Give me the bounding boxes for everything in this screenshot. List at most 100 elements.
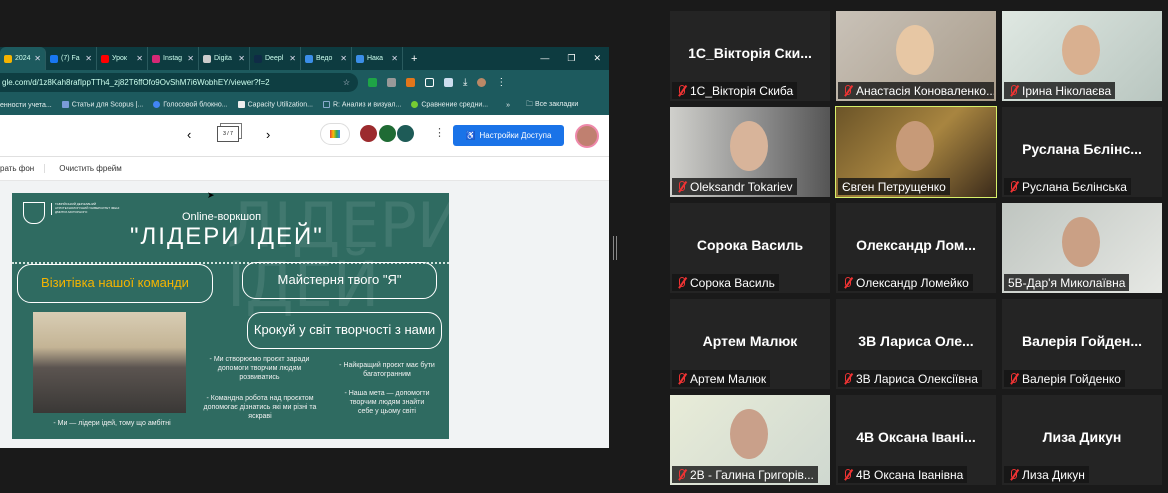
participant-tile[interactable]: 3В Лариса Оле... 3В Лариса Олексіївна (836, 299, 996, 389)
app-icon[interactable] (379, 125, 396, 142)
participant-face (1062, 25, 1100, 75)
participant-tile[interactable]: Руслана Бєлінс... Руслана Бєлінська (1002, 107, 1162, 197)
tab-favicon (4, 54, 12, 63)
close-tab-icon[interactable]: ✕ (187, 54, 194, 63)
participant-name: 4В Оксана Іванівна (856, 467, 964, 482)
bookmarks-overflow[interactable]: » (506, 102, 510, 109)
participant-name-label: 1С_Вікторія Скиба (672, 82, 798, 99)
participant-tile[interactable]: Лиза Дикун Лиза Дикун (1002, 395, 1162, 485)
participant-name: 5В-Дар'я Миколаївна (1008, 275, 1126, 290)
app-icon[interactable] (397, 125, 414, 142)
restore-icon[interactable]: ❐ (567, 53, 575, 64)
metamask-icon[interactable] (406, 78, 415, 87)
muted-mic-icon (1008, 468, 1018, 481)
participant-tile[interactable]: Олександр Лом... Олександр Ломейко (836, 203, 996, 293)
browser-tab-strip: 2024 ✕ (7) Fa ✕ Урок ✕ Instag ✕ Digita ✕ Deepl ✕ Вед… (0, 47, 609, 70)
muted-mic-icon (676, 180, 686, 193)
page-thumbnail[interactable]: 3 / 7 (217, 126, 239, 142)
person-icon: ♿ (465, 131, 476, 140)
browser-tab[interactable]: Нака ✕ (352, 47, 403, 70)
remove-background-button[interactable]: рать фон (0, 164, 46, 173)
tab-favicon (356, 54, 364, 63)
close-icon[interactable]: ✕ (593, 53, 601, 64)
participant-face (730, 121, 768, 171)
bookmark-item[interactable]: Capacity Utilization... (237, 101, 313, 109)
browser-tab[interactable]: Урок ✕ (97, 47, 148, 70)
url-input[interactable]: gle.com/d/1z8Kah8rafIppTTh4_zj82T6ffOfo9… (0, 73, 358, 92)
tab-favicon (254, 54, 262, 63)
team-card-pill: Візитівка нашої команди (17, 264, 213, 303)
app-icon[interactable] (360, 125, 377, 142)
participant-display-name: 1С_Вікторія Ски... (688, 45, 812, 61)
participant-name-label: 4В Оксана Іванівна (838, 466, 968, 483)
minimize-icon[interactable]: — (540, 53, 549, 64)
profile-avatar[interactable] (477, 78, 487, 87)
new-tab-button[interactable]: + (411, 53, 417, 65)
participant-name: Олександр Ломейко (856, 275, 969, 290)
tab-favicon (203, 54, 211, 63)
browser-tab[interactable]: Digita ✕ (199, 47, 250, 70)
next-page-icon[interactable]: › (266, 127, 270, 142)
close-tab-icon[interactable]: ✕ (238, 54, 245, 63)
more-options-icon[interactable]: ⋮ (434, 126, 445, 139)
close-tab-icon[interactable]: ✕ (340, 54, 347, 63)
participant-name-label: 2В - Галина Григорів... (672, 466, 818, 483)
bookmark-item[interactable]: Статьи для Scopus |... (61, 101, 143, 109)
participant-name-label: Анастасія Коноваленко... (838, 82, 994, 99)
participant-tile[interactable]: Oleksandr Tokariev (670, 107, 830, 197)
team-photo (33, 312, 186, 413)
close-tab-icon[interactable]: ✕ (85, 54, 92, 63)
tab-favicon (152, 54, 160, 63)
bookmark-item[interactable]: R: Анализ и визуал... (322, 101, 401, 109)
participant-name: Oleksandr Tokariev (690, 179, 793, 194)
participant-tile[interactable]: 1С_Вікторія Ски... 1С_Вікторія Скиба (670, 11, 830, 101)
bookmark-item[interactable]: енности учета... (0, 102, 52, 109)
download-icon[interactable]: ⤓ (463, 77, 467, 88)
extensions-puzzle-icon[interactable] (425, 78, 434, 87)
bookmark-star-icon[interactable]: ☆ (343, 78, 350, 87)
participant-display-name: Сорока Василь (696, 237, 804, 253)
browser-tab[interactable]: Deepl ✕ (250, 47, 301, 70)
all-bookmarks[interactable]: 🗀 Все закладки (526, 100, 578, 111)
url-text: gle.com/d/1z8Kah8rafIppTTh4_zj82T6ffOfo9… (2, 78, 270, 87)
tab-label: (7) Fa (61, 55, 80, 62)
close-tab-icon[interactable]: ✕ (391, 54, 398, 63)
participant-tile[interactable]: Євген Петрущенко (835, 106, 997, 198)
close-tab-icon[interactable]: ✕ (289, 54, 296, 63)
participant-display-name: Артем Малюк (702, 333, 798, 349)
extension-icon[interactable] (387, 78, 396, 87)
participant-tile[interactable]: Сорока Василь Сорока Василь (670, 203, 830, 293)
close-tab-icon[interactable]: ✕ (34, 54, 41, 63)
participant-tile[interactable]: 5В-Дар'я Миколаївна (1002, 203, 1162, 293)
muted-mic-icon (1008, 84, 1018, 97)
extension-icon[interactable] (368, 78, 377, 87)
bookmark-item[interactable]: Сравнение средни... (411, 101, 488, 109)
browser-tab[interactable]: (7) Fa ✕ (46, 47, 97, 70)
participant-tile[interactable]: Артем Малюк Артем Малюк (670, 299, 830, 389)
close-tab-icon[interactable]: ✕ (136, 54, 143, 63)
participant-tile[interactable]: 4В Оксана Івані... 4В Оксана Іванівна (836, 395, 996, 485)
participant-tile[interactable]: Валерія Гойден... Валерія Гойденко (1002, 299, 1162, 389)
browser-tab[interactable]: 2024 ✕ (0, 47, 46, 70)
participant-face (730, 409, 768, 459)
participant-tile[interactable]: Анастасія Коноваленко... (836, 11, 996, 101)
creativity-pill: Крокуй у світ творчості з нами (247, 312, 442, 349)
reading-list-icon[interactable] (444, 78, 453, 87)
split-divider-handle[interactable] (613, 236, 617, 260)
browser-tab[interactable]: Instag ✕ (148, 47, 199, 70)
tab-label: Нака (367, 55, 384, 62)
menu-kebab-icon[interactable]: ⋮ (496, 77, 506, 88)
participant-tile[interactable]: Ірина Ніколаєва (1002, 11, 1162, 101)
prev-page-icon[interactable]: ‹ (187, 127, 191, 142)
clear-frame-button[interactable]: Очистить фрейм (45, 164, 122, 173)
meet-button[interactable] (320, 123, 350, 145)
participant-tile[interactable]: 2В - Галина Григорів... (670, 395, 830, 485)
user-avatar[interactable] (575, 124, 599, 148)
bookmarks-bar: енности учета... Статьи для Scopus |... … (0, 95, 609, 115)
browser-tab[interactable]: Ведо ✕ (301, 47, 352, 70)
slide-point: - Наша мета — допомогти творчим людям зн… (344, 390, 430, 416)
bookmark-item[interactable]: Голосовой блокно... (153, 101, 228, 109)
participant-face (1062, 217, 1100, 267)
access-settings-button[interactable]: ♿ Настройки Доступа (453, 125, 564, 146)
muted-mic-icon (842, 276, 852, 289)
